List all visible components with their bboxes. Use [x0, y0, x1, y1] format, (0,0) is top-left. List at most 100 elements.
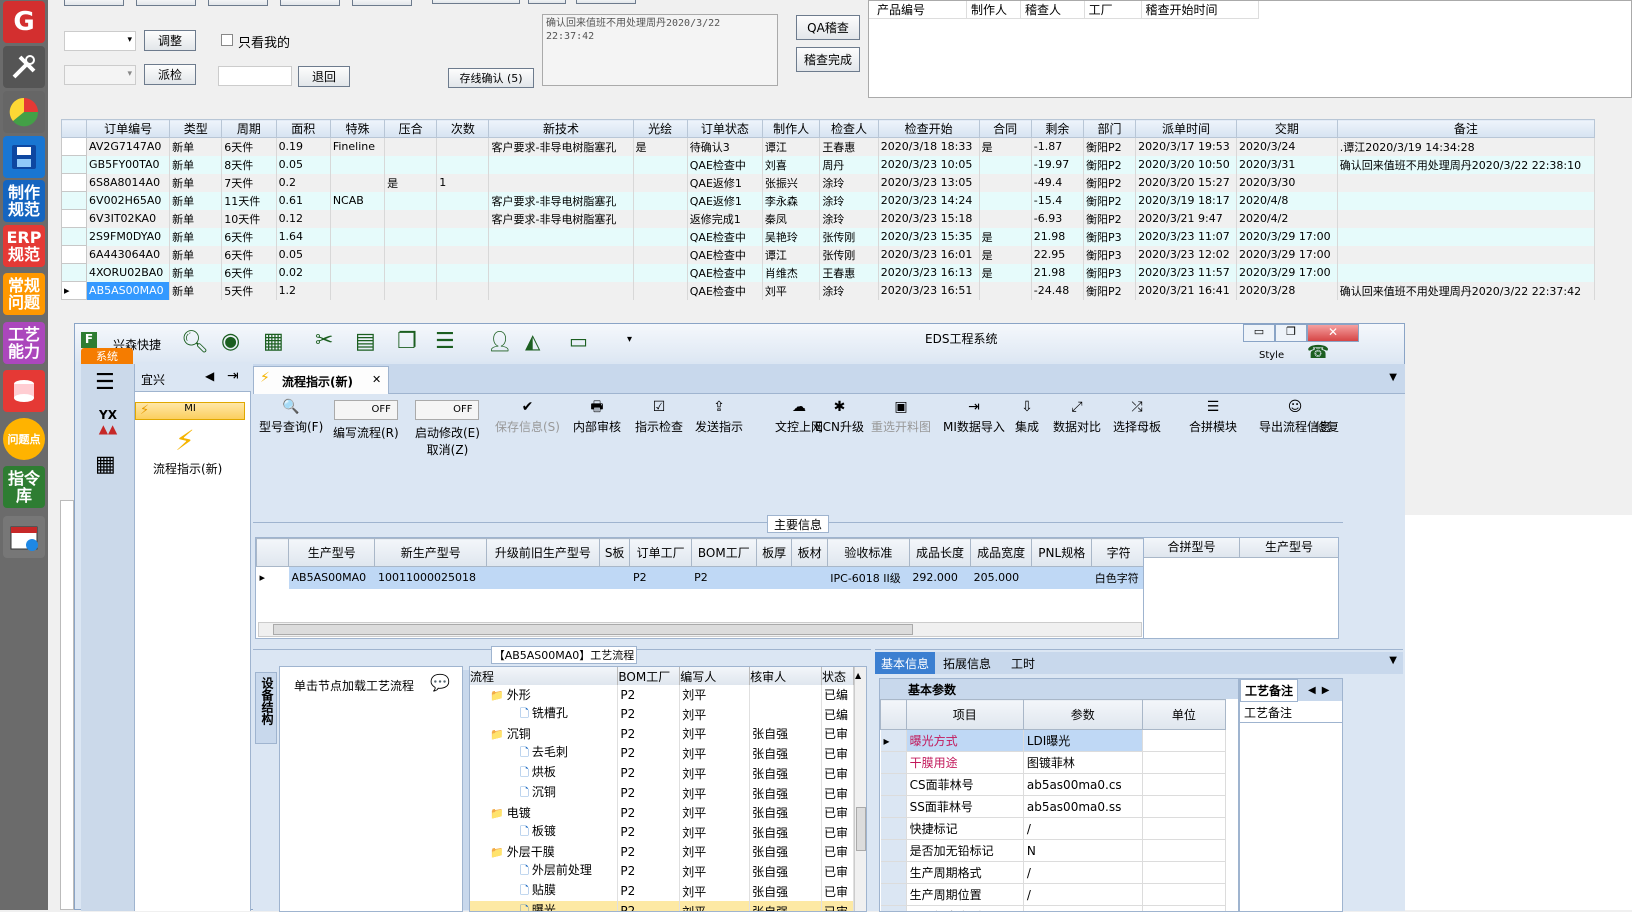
minimize-button[interactable]: ▭: [1243, 324, 1275, 342]
toggle-switch[interactable]: OFF: [415, 400, 479, 420]
tool-5-button[interactable]: ☑指示检查: [635, 396, 683, 435]
list-icon[interactable]: ☰: [435, 329, 455, 354]
globe-icon[interactable]: ◉: [221, 329, 240, 354]
close-button[interactable]: ✕: [1307, 324, 1359, 342]
flow-vertical-scrollbar[interactable]: ▲: [854, 667, 867, 912]
tools-icon[interactable]: [3, 46, 45, 88]
tool-4-button[interactable]: 🖶内部审核: [573, 396, 621, 435]
tab-menu-icon[interactable]: ▼: [1383, 652, 1403, 674]
grid-col-header[interactable]: 板厚: [756, 539, 791, 567]
note-textarea[interactable]: 确认回来值班不用处理周丹2020/3/22 22:37:42: [542, 14, 778, 86]
main-info-grid[interactable]: 生产型号新生产型号升级前旧生产型号S板订单工厂BOM工厂板厚板材验收标准成品长度…: [255, 537, 1145, 639]
calculator-icon[interactable]: ▦: [95, 452, 116, 477]
grid-col-header[interactable]: 成品长度: [909, 539, 970, 567]
style-dropdown[interactable]: Style: [1259, 350, 1284, 361]
orders-col-header[interactable]: 压合: [385, 120, 437, 138]
copy-icon[interactable]: ❐: [397, 329, 417, 354]
flow-row[interactable]: 📁外层干膜P2刘平张自强已审: [470, 842, 854, 861]
orders-col-header[interactable]: 新技术: [489, 120, 633, 138]
toggle-switch[interactable]: OFF: [334, 400, 398, 420]
grid-col-header[interactable]: 板材: [792, 539, 827, 567]
orders-col-header[interactable]: 检查开始: [878, 120, 979, 138]
tool-3-button[interactable]: ✔保存信息(S): [495, 396, 560, 435]
orders-col-header[interactable]: 类型: [170, 120, 222, 138]
row-header[interactable]: [62, 246, 87, 264]
param-row[interactable]: 快捷标记/: [881, 818, 1226, 840]
online-confirm-button[interactable]: 存线确认 (5): [448, 68, 534, 88]
zhizuo-guifan-button[interactable]: 制作 规范: [3, 180, 45, 222]
row-header[interactable]: [62, 174, 87, 192]
orders-col-header[interactable]: 光绘: [633, 120, 687, 138]
flow-row[interactable]: 📁电镀P2刘平张自强已审: [470, 803, 854, 822]
row-header[interactable]: [62, 192, 87, 210]
nav-back-icon[interactable]: ◀: [205, 369, 214, 383]
grid-col-header[interactable]: 成品宽度: [971, 539, 1032, 567]
tool-16-button[interactable]: 修复: [1315, 396, 1339, 435]
orders-col-header[interactable]: 特殊: [330, 120, 384, 138]
orders-col-header[interactable]: 检查人: [820, 120, 878, 138]
grid-horizontal-scrollbar[interactable]: [258, 622, 1142, 637]
flow-row[interactable]: 🗋曝光P2刘平张自强已审: [470, 901, 854, 912]
order-row[interactable]: 6A443064A0新单6天件0.05QAE检查中谭江张传刚2020/3/23 …: [62, 246, 1595, 264]
flow-row[interactable]: 🗋沉铜P2刘平张自强已审: [470, 783, 854, 803]
params-grid[interactable]: 基本参数 项目参数单位▸曝光方式LDI曝光干膜用途图镀菲林CS面菲林号ab5as…: [879, 678, 1239, 912]
tool-14-button[interactable]: ☰合拼模块: [1189, 396, 1237, 435]
tool-1-button[interactable]: OFF编写流程(R): [333, 396, 399, 441]
orders-col-header[interactable]: 部门: [1083, 120, 1135, 138]
tool-10-button[interactable]: ⇥MI数据导入: [943, 396, 1005, 435]
grid-col-header[interactable]: 订单工厂: [630, 539, 691, 567]
menu-icon[interactable]: ☰: [95, 370, 115, 395]
tab-next-icon[interactable]: ▶: [1322, 685, 1330, 696]
return-input[interactable]: [218, 66, 292, 86]
params-col-header[interactable]: 项目: [906, 700, 1023, 730]
customize-icon[interactable]: ▾: [627, 334, 632, 345]
wenti-dian-button[interactable]: 问题点: [3, 418, 45, 460]
order-row[interactable]: 2S9FM0DYA0新单6天件1.64QAE检查中吴艳玲张传刚2020/3/23…: [62, 228, 1595, 246]
flow-col-header[interactable]: 编写人: [680, 667, 750, 685]
tool-8-button[interactable]: ✱ECN升级: [815, 396, 864, 435]
flow-col-header[interactable]: 流程: [470, 667, 618, 685]
tool-6-button[interactable]: ⇪发送指示: [695, 396, 743, 435]
tool-0-button[interactable]: 🔍型号查询(F): [259, 396, 323, 435]
flow-col-header[interactable]: BOM工厂: [618, 667, 680, 685]
scroll-thumb[interactable]: [273, 624, 913, 635]
row-header[interactable]: [62, 210, 87, 228]
orders-col-header[interactable]: 交期: [1236, 120, 1337, 138]
tool-12-button[interactable]: ⤢数据对比: [1053, 396, 1101, 435]
order-row[interactable]: 4XORU02BA0新单6天件0.02QAE检查中肖维杰王春惠2020/3/23…: [62, 264, 1595, 282]
order-row[interactable]: GB5FY00TA0新单8天件0.05QAE检查中刘喜周丹2020/3/23 1…: [62, 156, 1595, 174]
check-list-table[interactable]: 产品编号 制作人 稽查人 工厂 稽查开始时间: [868, 0, 1632, 98]
top-button-5[interactable]: [352, 0, 412, 6]
tool-9-button[interactable]: ▣重选开料图: [871, 396, 931, 435]
flow-tree-grid[interactable]: 流程BOM工厂编写人核审人状态📁外形P2刘平已编🗋铣槽孔P2刘平已编📁沉铜P2刘…: [469, 666, 867, 912]
grid-col-header[interactable]: 新生产型号: [375, 539, 487, 567]
order-row[interactable]: 6S8A8014A0新单7天件0.2是1QAE返修1张振兴涂玲2020/3/23…: [62, 174, 1595, 192]
param-row[interactable]: SS面菲林号ab5as00ma0.ss: [881, 796, 1226, 818]
tab-menu-icon[interactable]: ▼: [1389, 372, 1397, 383]
area-chart-icon[interactable]: ◭: [525, 329, 540, 353]
grid-icon[interactable]: ▦: [263, 329, 284, 354]
param-row[interactable]: 干膜用途图镀菲林: [881, 752, 1226, 774]
tab-close-icon[interactable]: ✕: [372, 373, 381, 386]
search-icon[interactable]: 🔍︎: [181, 330, 209, 355]
top-button-8[interactable]: [576, 0, 636, 4]
tab-extended-info[interactable]: 拓展信息: [935, 652, 999, 674]
grid-col-header[interactable]: 升级前旧生产型号: [487, 539, 600, 567]
orders-col-header[interactable]: 制作人: [762, 120, 819, 138]
param-row[interactable]: 是否加无铅标记N: [881, 840, 1226, 862]
top-button-2[interactable]: [136, 0, 196, 6]
tab-prev-icon[interactable]: ◀: [1308, 685, 1316, 696]
tool-11-button[interactable]: ⇩集成: [1015, 396, 1039, 435]
orders-col-header[interactable]: 剩余: [1031, 120, 1083, 138]
scroll-thumb[interactable]: [856, 807, 866, 851]
param-row[interactable]: 生产周期位置/: [881, 884, 1226, 906]
tool-13-button[interactable]: ⤮选择母板: [1113, 396, 1161, 435]
device-structure-tab[interactable]: 设备结构: [255, 672, 277, 744]
flow-row[interactable]: 🗋板镀P2刘平张自强已审: [470, 822, 854, 842]
param-row[interactable]: CS面菲林号ab5as00ma0.cs: [881, 774, 1226, 796]
flow-row[interactable]: 🗋去毛刺P2刘平张自强已审: [470, 743, 854, 763]
top-button-3[interactable]: [208, 0, 268, 6]
top-button-7[interactable]: [528, 0, 566, 4]
check-done-button[interactable]: 稽查完成: [796, 47, 860, 72]
phone-icon[interactable]: ☎: [1307, 342, 1329, 363]
